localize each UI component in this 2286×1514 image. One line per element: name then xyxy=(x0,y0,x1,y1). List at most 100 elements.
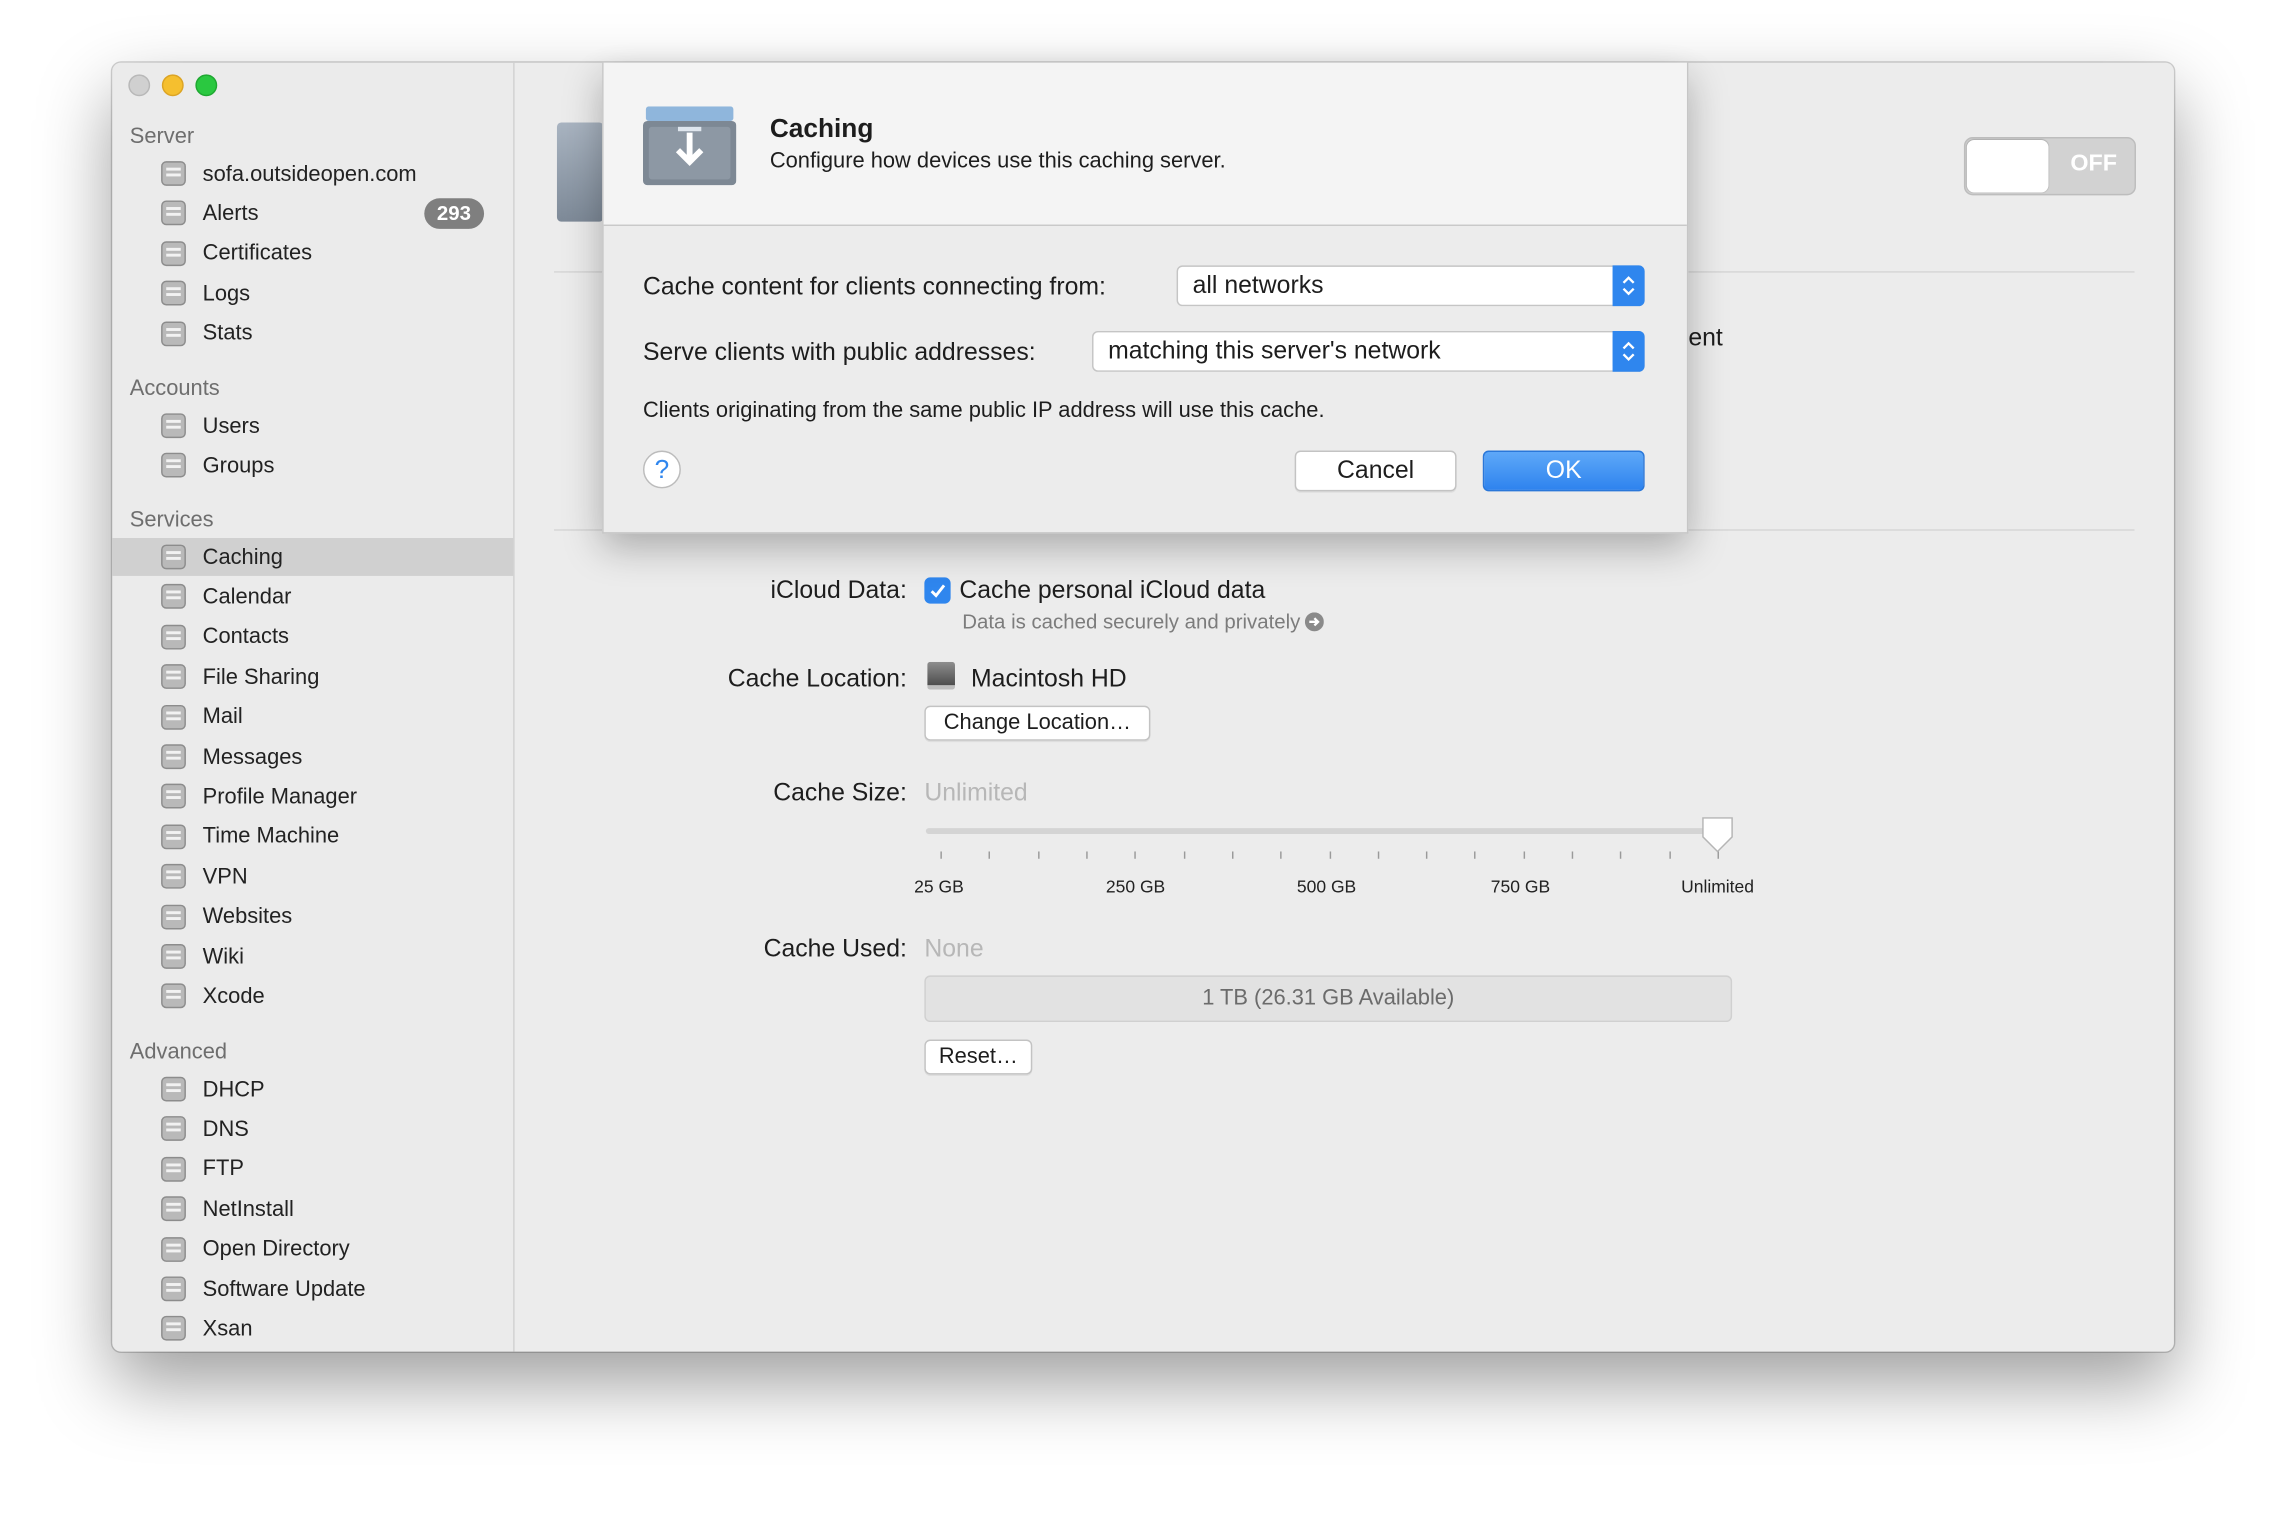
sidebar-item-label: Open Directory xyxy=(202,1236,350,1262)
sidebar-item-dns[interactable]: DNS xyxy=(112,1110,513,1148)
clients-from-value: all networks xyxy=(1192,271,1324,299)
sidebar-item-xcode[interactable]: Xcode xyxy=(112,977,513,1015)
info-arrow-icon[interactable] xyxy=(1304,611,1324,631)
sidebar-item-xsan[interactable]: Xsan xyxy=(112,1310,513,1348)
minimize-button[interactable] xyxy=(161,74,184,97)
status-text-fragment: ent xyxy=(1688,323,1723,352)
sidebar-item-groups[interactable]: Groups xyxy=(112,447,513,485)
cache-used-label: Cache Used: xyxy=(763,934,907,963)
caching-icon xyxy=(157,541,189,573)
sidebar-item-label: Caching xyxy=(202,544,283,570)
sidebar-item-time-machine[interactable]: Time Machine xyxy=(112,818,513,856)
sidebar-item-label: NetInstall xyxy=(202,1196,294,1222)
slider-tick-label: 25 GB xyxy=(914,876,964,897)
sidebar-item-stats[interactable]: Stats xyxy=(112,314,513,352)
sidebar-item-open-directory[interactable]: Open Directory xyxy=(112,1230,513,1268)
sidebar-item-users[interactable]: Users xyxy=(112,407,513,445)
sidebar-item-dhcp[interactable]: DHCP xyxy=(112,1070,513,1108)
help-button[interactable]: ? xyxy=(642,450,681,489)
megaphone-icon xyxy=(157,197,189,229)
sidebar-item-label: Mail xyxy=(202,704,243,730)
sidebar-item-websites[interactable]: Websites xyxy=(112,898,513,936)
dhcp-icon xyxy=(157,1073,189,1105)
popup-arrows-icon xyxy=(1612,330,1645,372)
cache-location-label: Cache Location: xyxy=(727,664,907,693)
time-machine-icon xyxy=(157,821,189,853)
sidebar-item-label: FTP xyxy=(202,1156,244,1182)
file-sharing-icon xyxy=(157,661,189,693)
sidebar-item-mail[interactable]: Mail xyxy=(112,698,513,736)
xcode-icon xyxy=(157,980,189,1012)
zoom-button[interactable] xyxy=(195,74,218,97)
slider-tick xyxy=(1571,851,1574,859)
slider-tick xyxy=(1086,851,1088,859)
sidebar-item-label: Software Update xyxy=(202,1276,366,1302)
ftp-icon xyxy=(157,1153,189,1185)
sidebar-item-label: sofa.outsideopen.com xyxy=(202,161,417,186)
sidebar-item-ftp[interactable]: FTP xyxy=(112,1150,513,1188)
sidebar-item-wiki[interactable]: Wiki xyxy=(112,937,513,975)
clients-from-popup[interactable]: all networks xyxy=(1176,265,1645,307)
slider-tick xyxy=(1037,851,1040,859)
sidebar-item-vpn[interactable]: VPN xyxy=(112,858,513,896)
sidebar-section-advanced: Advanced xyxy=(129,1039,228,1065)
sidebar-item-netinstall[interactable]: NetInstall xyxy=(112,1190,513,1228)
clients-from-label: Cache content for clients connecting fro… xyxy=(642,272,1106,301)
sidebar-item-sofa-outsideopen-com[interactable]: sofa.outsideopen.com xyxy=(112,155,513,193)
reset-button[interactable]: Reset… xyxy=(924,1039,1033,1075)
icloud-checkbox[interactable] xyxy=(924,577,951,604)
public-addresses-label: Serve clients with public addresses: xyxy=(642,338,1036,366)
sidebar-item-logs[interactable]: Logs xyxy=(112,274,513,312)
sheet-header: Caching Configure how devices use this c… xyxy=(603,62,1687,226)
slider-tick xyxy=(1134,851,1137,859)
sidebar-item-file-sharing[interactable]: File Sharing xyxy=(112,658,513,696)
group-icon xyxy=(157,450,189,482)
sidebar-item-calendar[interactable]: Calendar xyxy=(112,578,513,616)
cache-size-slider[interactable] xyxy=(925,828,1721,834)
user-icon xyxy=(157,410,189,442)
slider-thumb[interactable] xyxy=(1700,816,1735,854)
sidebar-item-messages[interactable]: Messages xyxy=(112,738,513,776)
sidebar-item-label: Profile Manager xyxy=(202,784,358,810)
sidebar-item-label: Contacts xyxy=(202,624,289,650)
sidebar-item-label: Groups xyxy=(202,453,275,479)
caching-icon xyxy=(642,106,737,186)
websites-icon xyxy=(157,900,189,932)
slider-tick xyxy=(1280,851,1282,859)
public-addresses-popup[interactable]: matching this server's network xyxy=(1092,330,1645,372)
sidebar-item-alerts[interactable]: Alerts 293 xyxy=(112,194,513,232)
vpn-icon xyxy=(157,860,189,892)
disk-usage-bar: 1 TB (26.31 GB Available) xyxy=(924,975,1733,1023)
caching-service-icon xyxy=(556,122,604,222)
certificate-icon xyxy=(157,237,189,269)
sidebar-section-accounts: Accounts xyxy=(129,376,220,401)
slider-tick xyxy=(1328,851,1331,859)
close-button[interactable] xyxy=(128,74,151,97)
sidebar-item-software-update[interactable]: Software Update xyxy=(112,1270,513,1308)
toggle-knob xyxy=(1966,139,2049,193)
log-icon xyxy=(157,277,189,309)
slider-tick xyxy=(1183,851,1185,859)
sidebar-item-caching[interactable]: Caching xyxy=(112,538,514,576)
cancel-button[interactable]: Cancel xyxy=(1294,450,1457,492)
sheet-subtitle: Configure how devices use this caching s… xyxy=(769,148,1226,174)
checkmark-icon xyxy=(930,584,946,598)
calendar-icon xyxy=(157,581,189,613)
service-toggle[interactable]: OFF xyxy=(1963,137,2136,196)
toggle-label: OFF xyxy=(2070,151,2118,177)
sidebar-item-certificates[interactable]: Certificates xyxy=(112,234,513,272)
alerts-count-badge: 293 xyxy=(423,198,485,230)
slider-tick xyxy=(940,851,942,859)
sidebar-item-label: Logs xyxy=(202,280,251,306)
software-update-icon xyxy=(157,1273,189,1305)
ok-button[interactable]: OK xyxy=(1482,450,1645,492)
cache-location-value: Macintosh HD xyxy=(971,664,1127,693)
sidebar-item-contacts[interactable]: Contacts xyxy=(112,618,513,656)
sidebar-item-label: Websites xyxy=(202,904,293,929)
slider-tick xyxy=(988,851,991,859)
change-location-button[interactable]: Change Location… xyxy=(924,705,1151,741)
sidebar-item-profile-manager[interactable]: Profile Manager xyxy=(112,778,513,816)
sidebar: Server sofa.outsideopen.com Alerts 293 Certi… xyxy=(112,62,515,1352)
dns-icon xyxy=(157,1113,189,1145)
sidebar-item-label: Users xyxy=(202,413,260,439)
